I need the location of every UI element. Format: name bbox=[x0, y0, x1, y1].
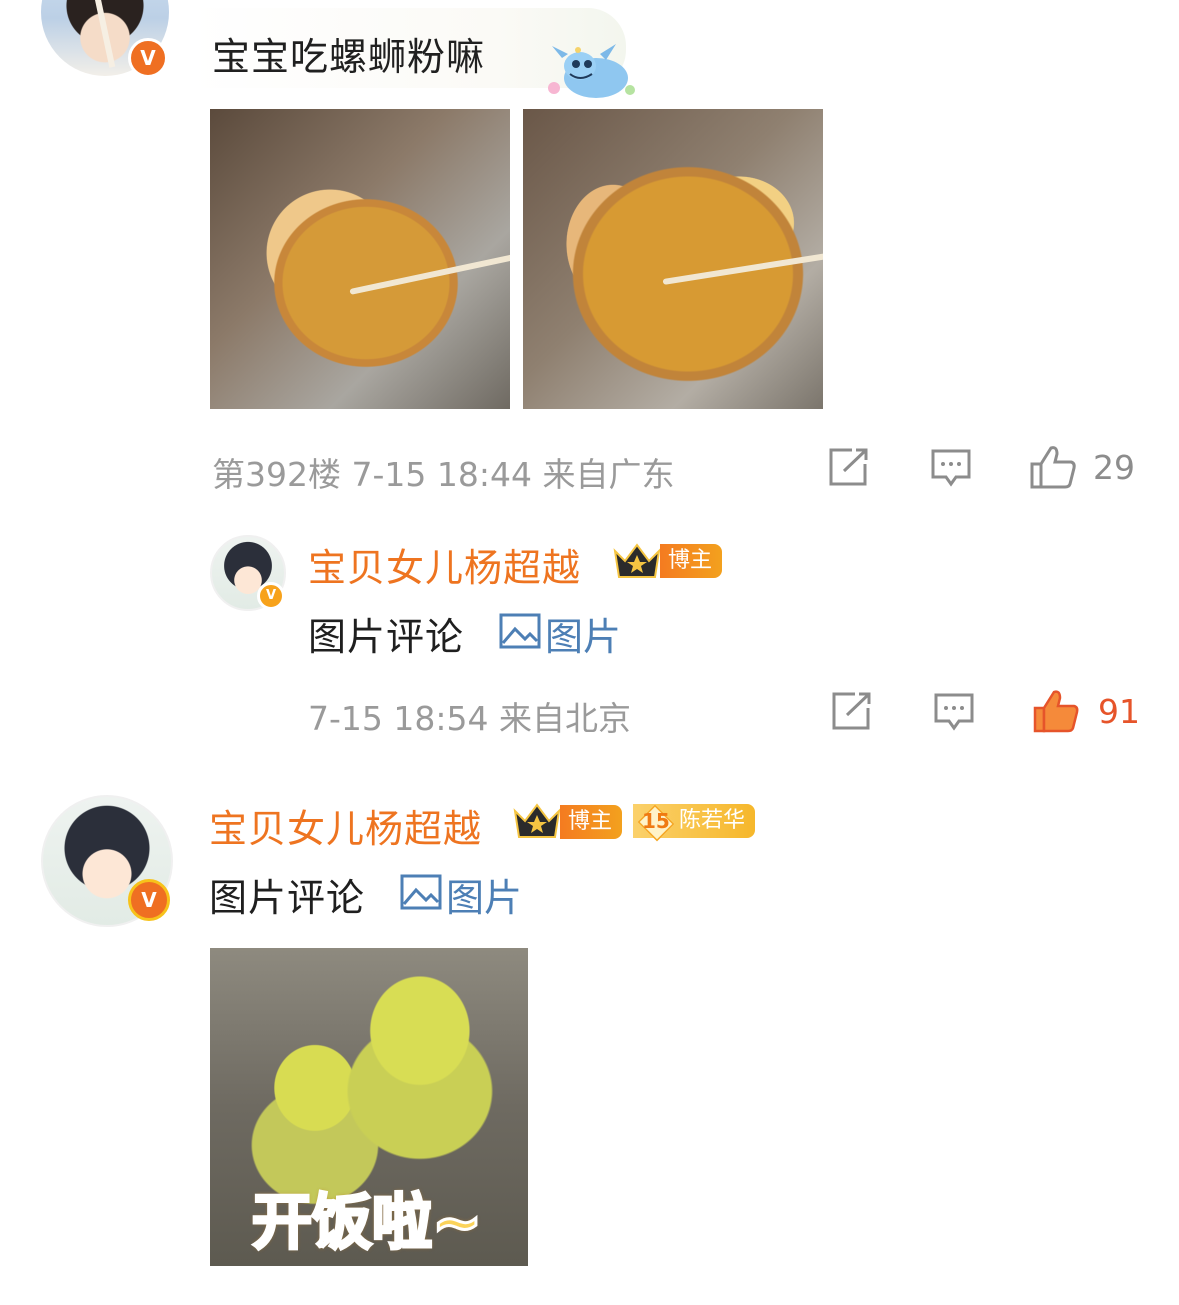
reply-text: 图片评论 bbox=[308, 615, 465, 659]
gif-caption: 开饭啦~ bbox=[250, 1187, 483, 1260]
fan-badge: 15 陈若华 bbox=[633, 804, 756, 842]
fan-level: 15 bbox=[642, 809, 670, 833]
comment-text: 图片评论 bbox=[209, 876, 366, 920]
reply-username[interactable]: 宝贝女儿杨超越 bbox=[308, 537, 581, 592]
image-link[interactable]: 图片 bbox=[446, 867, 522, 922]
like-count: 91 bbox=[1098, 692, 1140, 731]
image-icon[interactable] bbox=[400, 874, 442, 910]
comment-text: 宝宝吃螺蛳粉嘛 bbox=[212, 35, 486, 79]
comment-gif[interactable]: 开饭啦~ bbox=[210, 948, 528, 1266]
like-filled-icon[interactable] bbox=[1031, 688, 1081, 734]
comment-meta: 第392楼 7-15 18:44 来自广东 bbox=[212, 455, 675, 494]
blogger-badge: 博主 bbox=[560, 805, 623, 839]
crown-icon bbox=[513, 803, 561, 838]
crown-icon bbox=[613, 543, 661, 578]
blogger-badge: 博主 bbox=[660, 544, 723, 578]
verified-badge-icon: V bbox=[128, 38, 168, 78]
fan-label: 陈若华 bbox=[679, 808, 746, 833]
comment-icon[interactable] bbox=[930, 448, 972, 488]
stitch-sticker-icon bbox=[548, 44, 635, 98]
reply-meta: 7-15 18:54 来自北京 bbox=[308, 699, 631, 738]
verified-badge-icon: V bbox=[128, 879, 170, 921]
like-icon[interactable] bbox=[1029, 444, 1077, 490]
like-count: 29 bbox=[1093, 448, 1135, 487]
repost-icon[interactable] bbox=[828, 447, 870, 487]
comment-image-1[interactable] bbox=[210, 109, 510, 409]
image-icon[interactable] bbox=[499, 613, 541, 649]
comment-username[interactable]: 宝贝女儿杨超越 bbox=[209, 798, 482, 853]
verified-badge-icon: V bbox=[257, 582, 285, 610]
comment-icon[interactable] bbox=[933, 692, 975, 732]
repost-icon[interactable] bbox=[831, 691, 873, 731]
comment-image-2[interactable] bbox=[523, 109, 823, 409]
image-link[interactable]: 图片 bbox=[545, 606, 621, 661]
